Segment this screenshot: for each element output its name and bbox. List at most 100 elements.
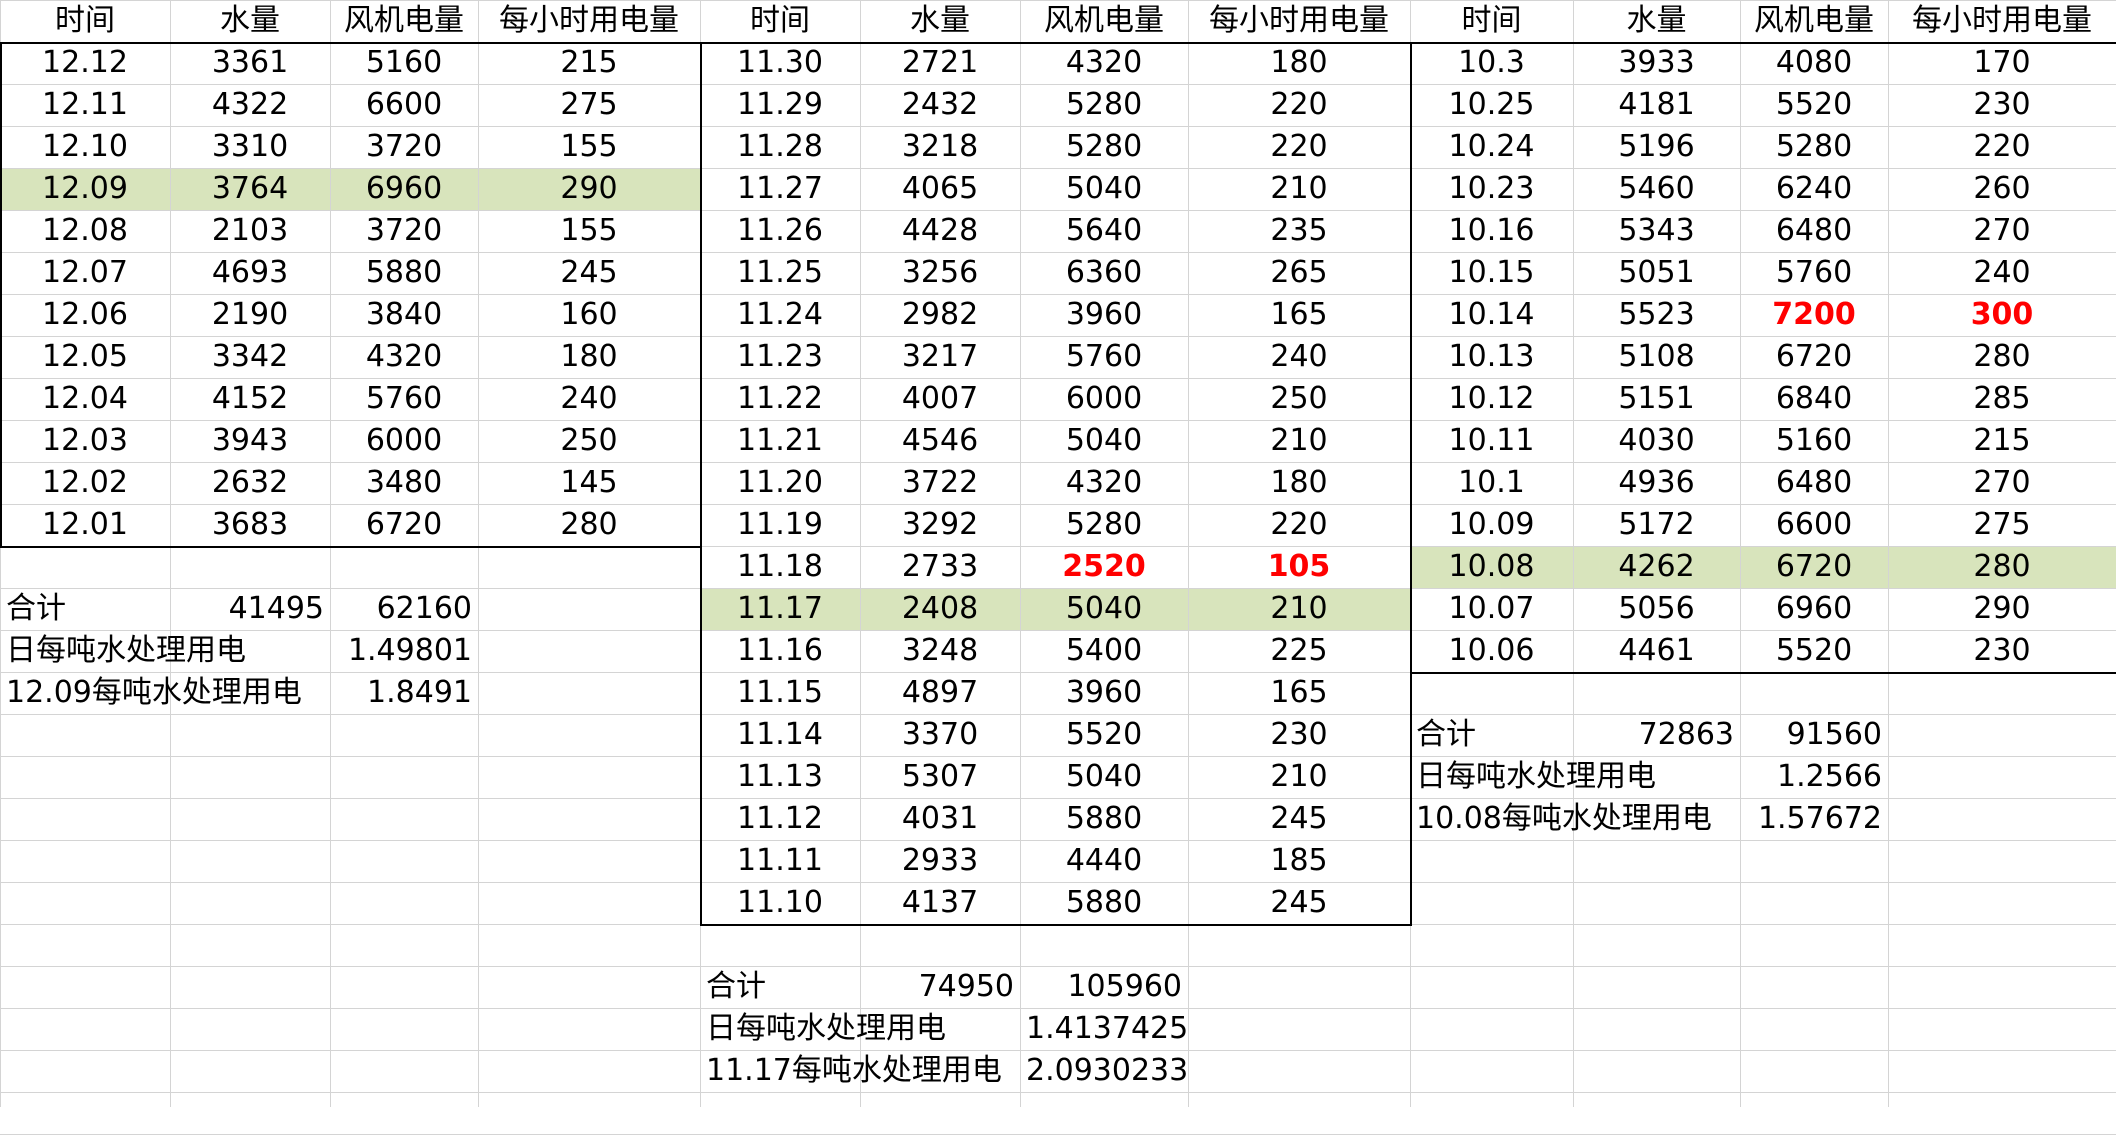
- water-cell[interactable]: 3310: [176, 126, 324, 168]
- hourly-power-cell[interactable]: 260: [1894, 168, 2110, 210]
- water-cell[interactable]: 4693: [176, 252, 324, 294]
- hourly-power-cell[interactable]: 240: [1194, 336, 1404, 378]
- fan-power-cell[interactable]: 4320: [336, 336, 472, 378]
- fan-power-cell[interactable]: 4440: [1026, 840, 1182, 882]
- column-header[interactable]: 风机电量: [336, 0, 472, 42]
- hourly-power-cell[interactable]: 220: [1894, 126, 2110, 168]
- column-header[interactable]: 风机电量: [1746, 0, 1882, 42]
- date-cell[interactable]: 12.07: [6, 252, 164, 294]
- hourly-power-cell[interactable]: 210: [1194, 168, 1404, 210]
- hourly-power-cell[interactable]: 180: [484, 336, 694, 378]
- special-per-ton-label[interactable]: 10.08每吨水处理用电: [1416, 798, 1734, 840]
- total-power[interactable]: 105960: [1026, 966, 1182, 1008]
- daily-per-ton-value[interactable]: 1.49801: [336, 630, 472, 672]
- total-water[interactable]: 74950: [866, 966, 1014, 1008]
- date-cell[interactable]: 10.3: [1416, 42, 1567, 84]
- hourly-power-cell[interactable]: 230: [1894, 84, 2110, 126]
- fan-power-cell[interactable]: 5040: [1026, 756, 1182, 798]
- hourly-power-cell[interactable]: 300: [1894, 294, 2110, 336]
- water-cell[interactable]: 4262: [1579, 546, 1734, 588]
- hourly-power-cell[interactable]: 280: [1894, 546, 2110, 588]
- fan-power-cell[interactable]: 5880: [336, 252, 472, 294]
- date-cell[interactable]: 11.18: [706, 546, 854, 588]
- hourly-power-cell[interactable]: 210: [1194, 588, 1404, 630]
- hourly-power-cell[interactable]: 280: [1894, 336, 2110, 378]
- fan-power-cell[interactable]: 5520: [1026, 714, 1182, 756]
- hourly-power-cell[interactable]: 285: [1894, 378, 2110, 420]
- hourly-power-cell[interactable]: 245: [1194, 798, 1404, 840]
- date-cell[interactable]: 11.22: [706, 378, 854, 420]
- date-cell[interactable]: 11.24: [706, 294, 854, 336]
- fan-power-cell[interactable]: 3840: [336, 294, 472, 336]
- fan-power-cell[interactable]: 6600: [336, 84, 472, 126]
- water-cell[interactable]: 3683: [176, 504, 324, 546]
- total-label[interactable]: 合计: [6, 588, 164, 630]
- water-cell[interactable]: 4936: [1579, 462, 1734, 504]
- date-cell[interactable]: 11.25: [706, 252, 854, 294]
- hourly-power-cell[interactable]: 235: [1194, 210, 1404, 252]
- special-per-ton-value[interactable]: 1.8491: [336, 672, 472, 714]
- water-cell[interactable]: 5523: [1579, 294, 1734, 336]
- water-cell[interactable]: 2103: [176, 210, 324, 252]
- date-cell[interactable]: 12.05: [6, 336, 164, 378]
- water-cell[interactable]: 4546: [866, 420, 1014, 462]
- water-cell[interactable]: 5151: [1579, 378, 1734, 420]
- water-cell[interactable]: 2933: [866, 840, 1014, 882]
- fan-power-cell[interactable]: 6240: [1746, 168, 1882, 210]
- water-cell[interactable]: 5172: [1579, 504, 1734, 546]
- date-cell[interactable]: 10.12: [1416, 378, 1567, 420]
- fan-power-cell[interactable]: 5040: [1026, 588, 1182, 630]
- date-cell[interactable]: 10.06: [1416, 630, 1567, 672]
- hourly-power-cell[interactable]: 245: [484, 252, 694, 294]
- fan-power-cell[interactable]: 6720: [336, 504, 472, 546]
- water-cell[interactable]: 3218: [866, 126, 1014, 168]
- water-cell[interactable]: 5196: [1579, 126, 1734, 168]
- fan-power-cell[interactable]: 6000: [1026, 378, 1182, 420]
- daily-per-ton-label[interactable]: 日每吨水处理用电: [1416, 756, 1734, 798]
- water-cell[interactable]: 3248: [866, 630, 1014, 672]
- fan-power-cell[interactable]: 6600: [1746, 504, 1882, 546]
- hourly-power-cell[interactable]: 220: [1194, 504, 1404, 546]
- total-label[interactable]: 合计: [1416, 714, 1567, 756]
- hourly-power-cell[interactable]: 210: [1194, 756, 1404, 798]
- date-cell[interactable]: 10.11: [1416, 420, 1567, 462]
- fan-power-cell[interactable]: 6480: [1746, 210, 1882, 252]
- fan-power-cell[interactable]: 3960: [1026, 294, 1182, 336]
- date-cell[interactable]: 11.27: [706, 168, 854, 210]
- fan-power-cell[interactable]: 6360: [1026, 252, 1182, 294]
- total-power[interactable]: 91560: [1746, 714, 1882, 756]
- hourly-power-cell[interactable]: 290: [484, 168, 694, 210]
- water-cell[interactable]: 5051: [1579, 252, 1734, 294]
- fan-power-cell[interactable]: 6960: [336, 168, 472, 210]
- total-water[interactable]: 72863: [1579, 714, 1734, 756]
- date-cell[interactable]: 10.14: [1416, 294, 1567, 336]
- date-cell[interactable]: 12.04: [6, 378, 164, 420]
- column-header[interactable]: 时间: [6, 0, 164, 42]
- date-cell[interactable]: 10.09: [1416, 504, 1567, 546]
- hourly-power-cell[interactable]: 145: [484, 462, 694, 504]
- hourly-power-cell[interactable]: 170: [1894, 42, 2110, 84]
- hourly-power-cell[interactable]: 180: [1194, 462, 1404, 504]
- date-cell[interactable]: 10.25: [1416, 84, 1567, 126]
- hourly-power-cell[interactable]: 105: [1194, 546, 1404, 588]
- water-cell[interactable]: 5307: [866, 756, 1014, 798]
- date-cell[interactable]: 11.16: [706, 630, 854, 672]
- fan-power-cell[interactable]: 5160: [336, 42, 472, 84]
- fan-power-cell[interactable]: 5280: [1026, 126, 1182, 168]
- date-cell[interactable]: 11.23: [706, 336, 854, 378]
- daily-per-ton-value[interactable]: 1.4137425: [1026, 1008, 1188, 1050]
- column-header[interactable]: 水量: [866, 0, 1014, 42]
- date-cell[interactable]: 11.29: [706, 84, 854, 126]
- hourly-power-cell[interactable]: 275: [1894, 504, 2110, 546]
- date-cell[interactable]: 11.11: [706, 840, 854, 882]
- date-cell[interactable]: 11.28: [706, 126, 854, 168]
- fan-power-cell[interactable]: 5280: [1026, 504, 1182, 546]
- water-cell[interactable]: 4137: [866, 882, 1014, 924]
- hourly-power-cell[interactable]: 270: [1894, 462, 2110, 504]
- water-cell[interactable]: 5108: [1579, 336, 1734, 378]
- date-cell[interactable]: 12.02: [6, 462, 164, 504]
- hourly-power-cell[interactable]: 225: [1194, 630, 1404, 672]
- date-cell[interactable]: 12.09: [6, 168, 164, 210]
- column-header[interactable]: 每小时用电量: [484, 0, 694, 42]
- hourly-power-cell[interactable]: 155: [484, 126, 694, 168]
